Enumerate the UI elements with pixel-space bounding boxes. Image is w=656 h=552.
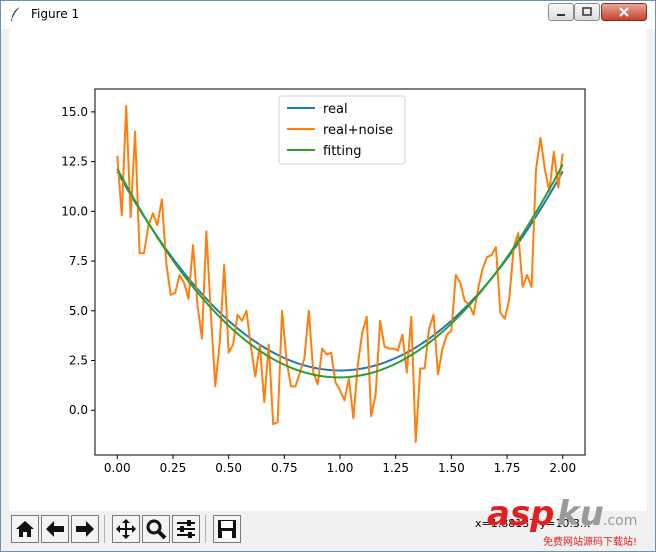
y-tick-label: 15.0 (61, 105, 88, 119)
watermark-domain: .com (603, 513, 637, 529)
pan-icon (116, 519, 136, 539)
minimize-icon (557, 14, 565, 16)
save-button[interactable] (213, 515, 241, 543)
watermark-brand: asp (487, 494, 555, 534)
minimize-button[interactable] (548, 3, 574, 21)
home-icon (16, 521, 34, 537)
figure-canvas[interactable]: 0.00 0.25 0.50 0.75 1.00 1.25 1.50 1.75 2.00 0.0 2… (9, 29, 647, 511)
toolbar-separator (104, 515, 105, 543)
home-button[interactable] (11, 515, 39, 543)
x-tick-label: 0.00 (104, 461, 131, 475)
back-button[interactable] (41, 515, 69, 543)
y-tick-label: 5.0 (69, 304, 88, 318)
feather-icon (11, 6, 21, 21)
y-tick-label: 10.0 (61, 204, 88, 218)
x-tick-label: 0.25 (160, 461, 187, 475)
watermark-subtitle: 免费网站源码下载站! (543, 535, 637, 548)
close-icon (619, 7, 629, 17)
line-chart: 0.00 0.25 0.50 0.75 1.00 1.25 1.50 1.75 2.00 0.0 2… (61, 88, 586, 475)
window-title: Figure 1 (31, 7, 80, 21)
y-tick-label: 2.5 (69, 354, 88, 368)
back-icon (46, 521, 64, 537)
forward-button[interactable] (71, 515, 99, 543)
pan-button[interactable] (112, 515, 140, 543)
configure-subplots-button[interactable] (172, 515, 200, 543)
x-tick-label: 2.00 (549, 461, 576, 475)
x-tick-label: 0.75 (271, 461, 298, 475)
title-bar[interactable]: Figure 1 (1, 1, 655, 29)
watermark-brand-accent: ku (557, 494, 604, 534)
forward-icon (76, 521, 94, 537)
legend-label: fitting (323, 144, 362, 159)
close-button[interactable] (601, 3, 647, 21)
legend-label: real (323, 102, 348, 117)
figure-window: Figure 1 0.00 0.25 0.50 0.75 1.00 1.25 1.50 1.7… (0, 0, 656, 552)
x-tick-label: 1.00 (327, 461, 354, 475)
zoom-button[interactable] (142, 515, 170, 543)
x-tick-label: 0.50 (215, 461, 242, 475)
zoom-icon (146, 519, 167, 540)
y-tick-label: 7.5 (69, 254, 88, 268)
maximize-icon (582, 7, 592, 16)
maximize-button[interactable] (574, 3, 600, 21)
configure-subplots-icon (177, 520, 195, 538)
y-tick-label: 0.0 (69, 403, 88, 417)
x-tick-label: 1.75 (494, 461, 521, 475)
toolbar-separator (205, 515, 206, 543)
x-tick-label: 1.25 (382, 461, 409, 475)
legend-label: real+noise (323, 123, 393, 138)
watermark-logo: asp ku .com 免费网站源码下载站! (487, 494, 637, 548)
y-tick-label: 12.5 (61, 155, 88, 169)
x-tick-label: 1.50 (438, 461, 465, 475)
save-icon (218, 520, 236, 538)
